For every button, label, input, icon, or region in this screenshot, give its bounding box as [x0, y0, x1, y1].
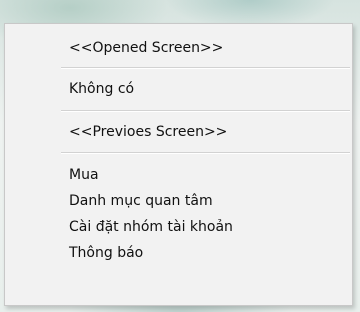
menu-item-watchlist[interactable]: Danh mục quan tâm — [69, 192, 213, 210]
menu-item-none[interactable]: Không có — [69, 80, 134, 98]
menu-separator — [61, 67, 350, 69]
menu-separator — [61, 152, 350, 154]
menu-item-notifications[interactable]: Thông báo — [69, 244, 143, 262]
menu-item-buy[interactable]: Mua — [69, 166, 99, 184]
opened-screen-header: <<Opened Screen>> — [69, 40, 224, 56]
previous-screen-header: <<Previoes Screen>> — [69, 124, 228, 140]
menu-separator — [61, 110, 350, 112]
context-menu: <<Opened Screen>> Không có <<Previoes Sc… — [4, 23, 353, 306]
menu-item-account-group-settings[interactable]: Cài đặt nhóm tài khoản — [69, 218, 233, 236]
